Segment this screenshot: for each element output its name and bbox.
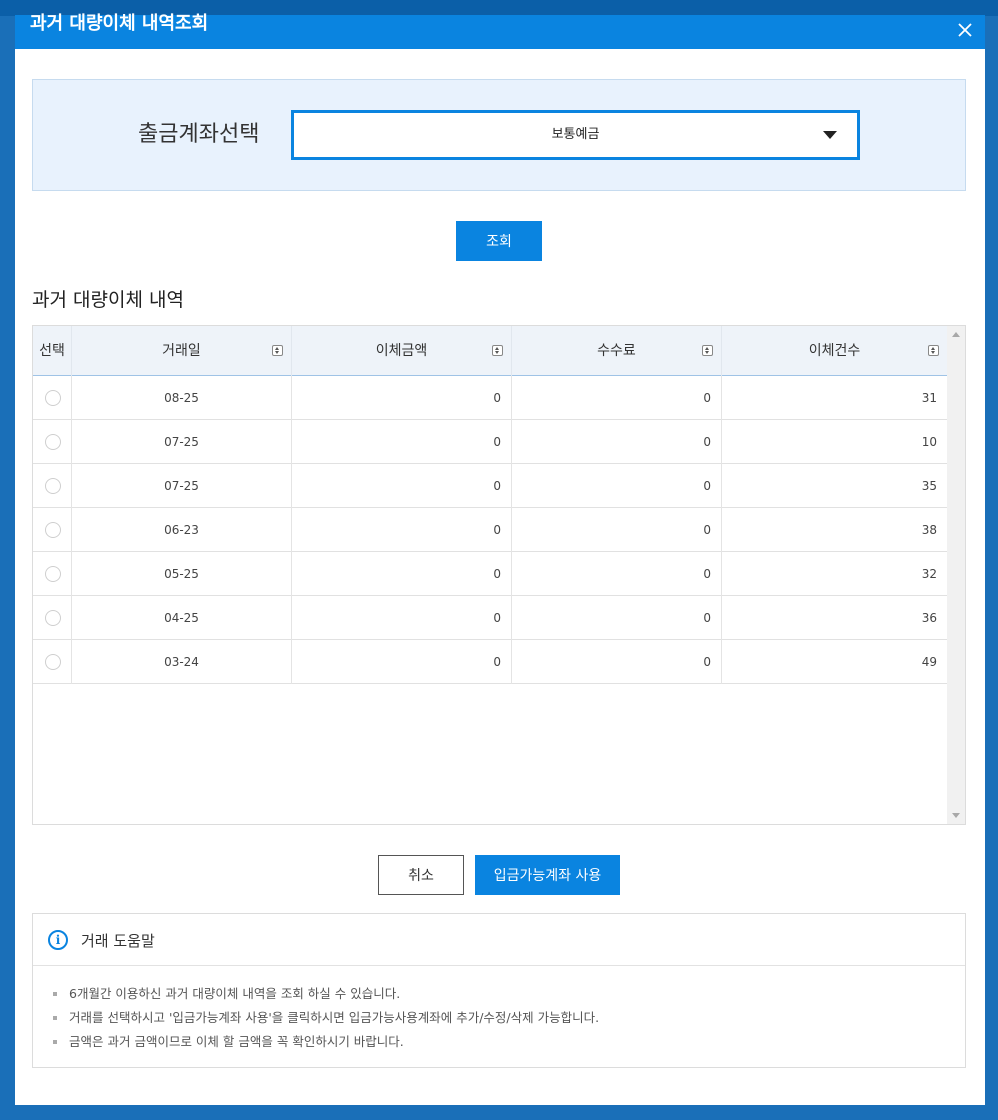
help-item-text: 금액은 과거 금액이므로 이체 할 금액을 꼭 확인하시기 바랍니다. [69, 1034, 404, 1049]
header-count[interactable]: 이체건수 [722, 326, 947, 376]
sort-icon[interactable] [928, 345, 939, 356]
help-panel: i 거래 도움말 6개월간 이용하신 과거 대량이체 내역을 조회 하실 수 있… [32, 913, 966, 1068]
cancel-button[interactable]: 취소 [378, 855, 464, 895]
select-cell [33, 552, 72, 596]
row-radio[interactable] [45, 654, 61, 670]
fee-cell: 0 [512, 552, 722, 596]
header-count-label: 이체건수 [808, 343, 861, 359]
header-amount-label: 이체금액 [375, 343, 428, 359]
fee-cell: 0 [512, 508, 722, 552]
bullet-icon [53, 992, 57, 996]
table-row[interactable]: 07-25 0 0 10 [33, 420, 947, 464]
help-item: 금액은 과거 금액이므로 이체 할 금액을 꼭 확인하시기 바랍니다. [53, 1030, 599, 1054]
help-title: 거래 도움말 [81, 932, 155, 950]
row-radio[interactable] [45, 566, 61, 582]
fee-cell: 0 [512, 640, 722, 684]
table-row[interactable]: 06-23 0 0 38 [33, 508, 947, 552]
header-date-label: 거래일 [162, 343, 201, 359]
dialog-header: 과거 대량이체 내역조회 [15, 13, 985, 49]
fee-cell: 0 [512, 596, 722, 640]
sort-icon[interactable] [492, 345, 503, 356]
header-fee-label: 수수료 [597, 343, 636, 359]
select-cell [33, 376, 72, 420]
date-cell: 07-25 [72, 420, 292, 464]
bullet-icon [53, 1016, 57, 1020]
table-header: 선택 거래일 이체금액 수수료 이체건수 [33, 326, 947, 376]
scroll-up-icon[interactable] [952, 332, 960, 337]
select-cell [33, 464, 72, 508]
date-cell: 07-25 [72, 464, 292, 508]
count-cell: 38 [921, 523, 937, 537]
header-amount[interactable]: 이체금액 [292, 326, 512, 376]
table-row[interactable]: 04-25 0 0 36 [33, 596, 947, 640]
row-radio[interactable] [45, 522, 61, 538]
row-radio[interactable] [45, 610, 61, 626]
dialog-title: 과거 대량이체 내역조회 [30, 13, 209, 34]
amount-cell: 0 [292, 508, 512, 552]
bullet-icon [53, 1040, 57, 1044]
count-cell: 10 [921, 435, 937, 449]
count-cell: 31 [921, 391, 937, 405]
help-item: 거래를 선택하시고 '입금가능계좌 사용'을 클릭하시면 입금가능사용계좌에 추… [53, 1006, 599, 1030]
amount-cell: 0 [292, 376, 512, 420]
date-cell: 08-25 [72, 376, 292, 420]
fee-cell: 0 [512, 376, 722, 420]
table-row[interactable]: 08-25 0 0 31 [33, 376, 947, 420]
account-select-label: 출금계좌선택 [138, 122, 260, 147]
header-fee[interactable]: 수수료 [512, 326, 722, 376]
help-list: 6개월간 이용하신 과거 대량이체 내역을 조회 하실 수 있습니다. 거래를 … [53, 982, 599, 1054]
account-select-dropdown[interactable]: 보통예금 [291, 110, 860, 160]
close-icon[interactable] [953, 18, 977, 42]
caret-down-icon [823, 131, 837, 139]
help-header: i 거래 도움말 [33, 914, 965, 966]
amount-cell: 0 [292, 596, 512, 640]
sort-icon[interactable] [702, 345, 713, 356]
date-cell: 03-24 [72, 640, 292, 684]
count-cell: 35 [921, 479, 937, 493]
select-cell [33, 596, 72, 640]
row-radio[interactable] [45, 478, 61, 494]
use-deposit-account-button[interactable]: 입금가능계좌 사용 [475, 855, 620, 895]
help-item: 6개월간 이용하신 과거 대량이체 내역을 조회 하실 수 있습니다. [53, 982, 599, 1006]
table-row[interactable]: 05-25 0 0 32 [33, 552, 947, 596]
date-cell: 06-23 [72, 508, 292, 552]
table-row[interactable]: 07-25 0 0 35 [33, 464, 947, 508]
header-date[interactable]: 거래일 [72, 326, 292, 376]
date-cell: 05-25 [72, 552, 292, 596]
count-cell: 49 [921, 655, 937, 669]
select-cell [33, 420, 72, 464]
table-body: 08-25 0 0 31 07-25 0 0 10 07-25 0 0 35 0… [33, 376, 947, 684]
account-select-panel: 출금계좌선택 보통예금 [32, 79, 966, 191]
amount-cell: 0 [292, 552, 512, 596]
amount-cell: 0 [292, 640, 512, 684]
amount-cell: 0 [292, 420, 512, 464]
search-button[interactable]: 조회 [456, 221, 542, 261]
sort-icon[interactable] [272, 345, 283, 356]
count-cell: 36 [921, 611, 937, 625]
date-cell: 04-25 [72, 596, 292, 640]
count-cell: 32 [921, 567, 937, 581]
help-item-text: 거래를 선택하시고 '입금가능계좌 사용'을 클릭하시면 입금가능사용계좌에 추… [69, 1010, 600, 1025]
account-select-value: 보통예금 [551, 127, 600, 142]
amount-cell: 0 [292, 464, 512, 508]
select-cell [33, 508, 72, 552]
row-radio[interactable] [45, 390, 61, 406]
select-cell [33, 640, 72, 684]
fee-cell: 0 [512, 464, 722, 508]
transfer-history-table: 선택 거래일 이체금액 수수료 이체건수 08-25 0 0 31 07-25 … [32, 325, 966, 825]
info-icon: i [48, 930, 68, 950]
dialog: 과거 대량이체 내역조회 출금계좌선택 보통예금 조회 과거 대량이체 내역 선… [15, 13, 985, 1105]
help-item-text: 6개월간 이용하신 과거 대량이체 내역을 조회 하실 수 있습니다. [69, 986, 401, 1001]
section-title: 과거 대량이체 내역 [32, 289, 184, 311]
header-select: 선택 [33, 326, 72, 376]
table-scrollbar[interactable] [947, 326, 965, 824]
table-row[interactable]: 03-24 0 0 49 [33, 640, 947, 684]
scroll-down-icon[interactable] [952, 813, 960, 818]
row-radio[interactable] [45, 434, 61, 450]
fee-cell: 0 [512, 420, 722, 464]
